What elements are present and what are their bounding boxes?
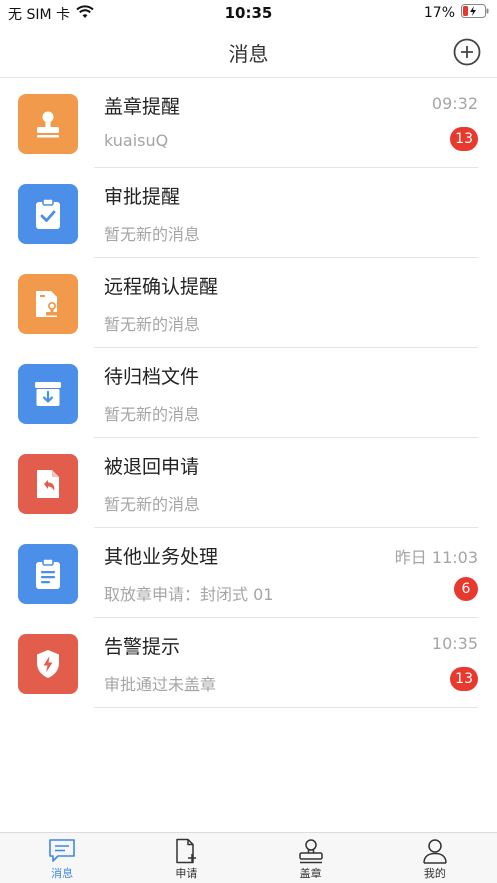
alert-shield-icon [18, 634, 78, 694]
message-subtitle: kuaisuQ [104, 131, 169, 150]
message-title: 其他业务处理 [104, 546, 219, 568]
remote-confirm-icon [18, 274, 78, 334]
stamp-icon [18, 94, 78, 154]
stamp-tab-icon [298, 839, 323, 864]
unread-badge: 6 [454, 577, 478, 601]
tab-label: 消息 [51, 867, 74, 880]
message-time: 09:32 [431, 94, 478, 113]
tab-messages[interactable]: 消息 [0, 833, 124, 883]
list-item[interactable]: 审批提醒 暂无新的消息 [0, 168, 497, 258]
plus-circle-icon [453, 38, 481, 66]
user-icon [423, 839, 447, 864]
clipboard-list-icon [18, 544, 78, 604]
message-subtitle: 取放章申请：封闭式 01 [104, 585, 274, 604]
message-title: 审批提醒 [104, 186, 181, 208]
list-item[interactable]: 告警提示 审批通过未盖章 10:35 13 [0, 618, 497, 708]
divider [94, 707, 478, 708]
list-item[interactable]: 盖章提醒 kuaisuQ 09:32 13 [0, 78, 497, 168]
message-subtitle: 暂无新的消息 [104, 225, 201, 244]
message-title: 待归档文件 [104, 366, 200, 388]
tab-label: 盖章 [299, 867, 322, 880]
page-title: 消息 [228, 42, 269, 66]
tab-mine[interactable]: 我的 [373, 833, 497, 883]
message-title: 告警提示 [104, 636, 181, 658]
tab-label: 申请 [175, 867, 198, 880]
returned-document-icon [18, 454, 78, 514]
add-button[interactable] [453, 38, 481, 66]
message-title: 盖章提醒 [104, 96, 181, 118]
message-title: 远程确认提醒 [104, 276, 219, 298]
tab-apply[interactable]: 申请 [124, 833, 248, 883]
battery-icon [461, 4, 489, 22]
battery-percent: 17% [423, 5, 455, 21]
message-time: 昨日 11:03 [394, 548, 478, 567]
tab-bar: 消息 申请 盖章 我的 [0, 832, 497, 883]
message-subtitle: 暂无新的消息 [104, 495, 201, 514]
status-right: 17% [424, 4, 489, 22]
message-subtitle: 暂无新的消息 [104, 315, 201, 334]
status-time: 10:35 [224, 4, 273, 22]
message-list: 盖章提醒 kuaisuQ 09:32 13 审批提醒 暂无新的消息 远程确认提醒… [0, 78, 497, 708]
clipboard-check-icon [18, 184, 78, 244]
message-icon [49, 839, 75, 862]
message-subtitle: 暂无新的消息 [104, 405, 201, 424]
message-time: 10:35 [431, 634, 478, 653]
unread-badge: 13 [450, 667, 478, 691]
nav-bar: 消息 [0, 26, 497, 78]
document-add-icon [176, 838, 197, 864]
unread-badge: 13 [450, 127, 478, 151]
message-title: 被退回申请 [104, 456, 200, 478]
list-item[interactable]: 远程确认提醒 暂无新的消息 [0, 258, 497, 348]
list-item[interactable]: 待归档文件 暂无新的消息 [0, 348, 497, 438]
list-item[interactable]: 其他业务处理 取放章申请：封闭式 01 昨日 11:03 6 [0, 528, 497, 618]
status-bar: 无 SIM 卡 10:35 17% [0, 0, 497, 26]
tab-label: 我的 [423, 867, 446, 880]
tab-stamp[interactable]: 盖章 [249, 833, 373, 883]
message-subtitle: 审批通过未盖章 [104, 675, 217, 694]
list-item[interactable]: 被退回申请 暂无新的消息 [0, 438, 497, 528]
archive-box-icon [18, 364, 78, 424]
